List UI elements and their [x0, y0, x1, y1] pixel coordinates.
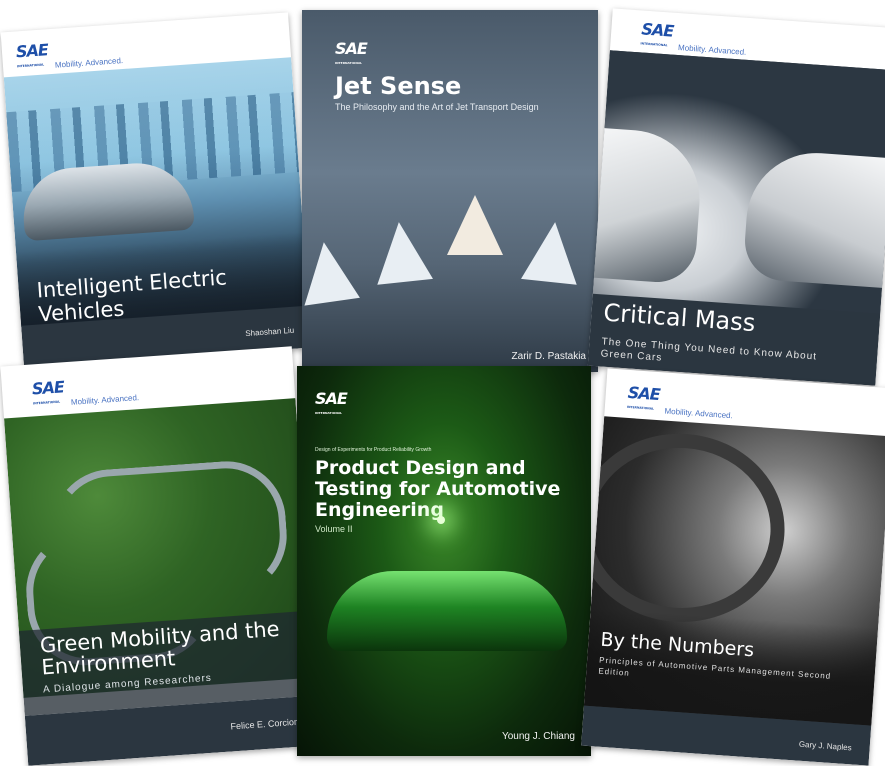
book-cover-product-design-testing: SAE INTERNATIONAL Design of Experiments f… — [297, 366, 591, 756]
light-flare — [437, 516, 445, 524]
publisher-logo: SAE INTERNATIONAL Mobility. Advanced. — [31, 375, 140, 410]
book-cover-by-the-numbers: SAE INTERNATIONAL Mobility. Advanced. By … — [581, 368, 885, 766]
publisher-logo: SAE INTERNATIONAL — [315, 391, 348, 420]
sae-logo-sub: INTERNATIONAL — [626, 404, 655, 411]
book-cover-critical-mass: SAE INTERNATIONAL Mobility. Advanced. Cri… — [587, 8, 885, 386]
book-title: Jet Sense — [335, 72, 462, 100]
book-cover-jet-sense: SAE INTERNATIONAL Jet Sense The Philosoph… — [302, 10, 598, 372]
sports-car-image — [327, 571, 567, 651]
paper-plane-image — [302, 238, 360, 306]
publisher-logo: SAE INTERNATIONAL Mobility. Advanced. — [640, 19, 748, 57]
publisher-tagline: Mobility. Advanced. — [664, 406, 734, 421]
lead-paper-plane-image — [447, 195, 503, 255]
publisher-logo: SAE INTERNATIONAL Mobility. Advanced. — [626, 383, 734, 421]
publisher-logo: SAE INTERNATIONAL — [335, 41, 368, 70]
series-name: Design of Experiments for Product Reliab… — [315, 447, 432, 453]
paper-plane-image — [521, 219, 583, 285]
sae-logo-sub: INTERNATIONAL — [640, 41, 668, 48]
sae-logo-sub: INTERNATIONAL — [32, 399, 61, 406]
book-author: Young J. Chiang — [501, 731, 575, 742]
paper-plane-image — [371, 219, 433, 285]
sae-logo-sub: INTERNATIONAL — [335, 61, 363, 65]
publisher-logo: SAE INTERNATIONAL Mobility. Advanced. — [15, 38, 124, 73]
publisher-tagline: Mobility. Advanced. — [70, 393, 140, 407]
book-subtitle: The Philosophy and the Art of Jet Transp… — [335, 102, 539, 112]
sae-logo-sub: INTERNATIONAL — [315, 411, 343, 415]
sae-logo-sub: INTERNATIONAL — [16, 62, 45, 69]
book-cover-intelligent-electric-vehicles: SAE INTERNATIONAL Mobility. Advanced. Int… — [0, 12, 312, 368]
book-title: Product Design and Testing for Automotiv… — [315, 457, 561, 521]
book-volume: Volume II — [315, 524, 353, 534]
book-author: Zarir D. Pastakia — [511, 351, 586, 362]
publisher-tagline: Mobility. Advanced. — [54, 55, 124, 70]
book-cover-green-mobility: SAE INTERNATIONAL Mobility. Advanced. Gre… — [0, 346, 320, 766]
